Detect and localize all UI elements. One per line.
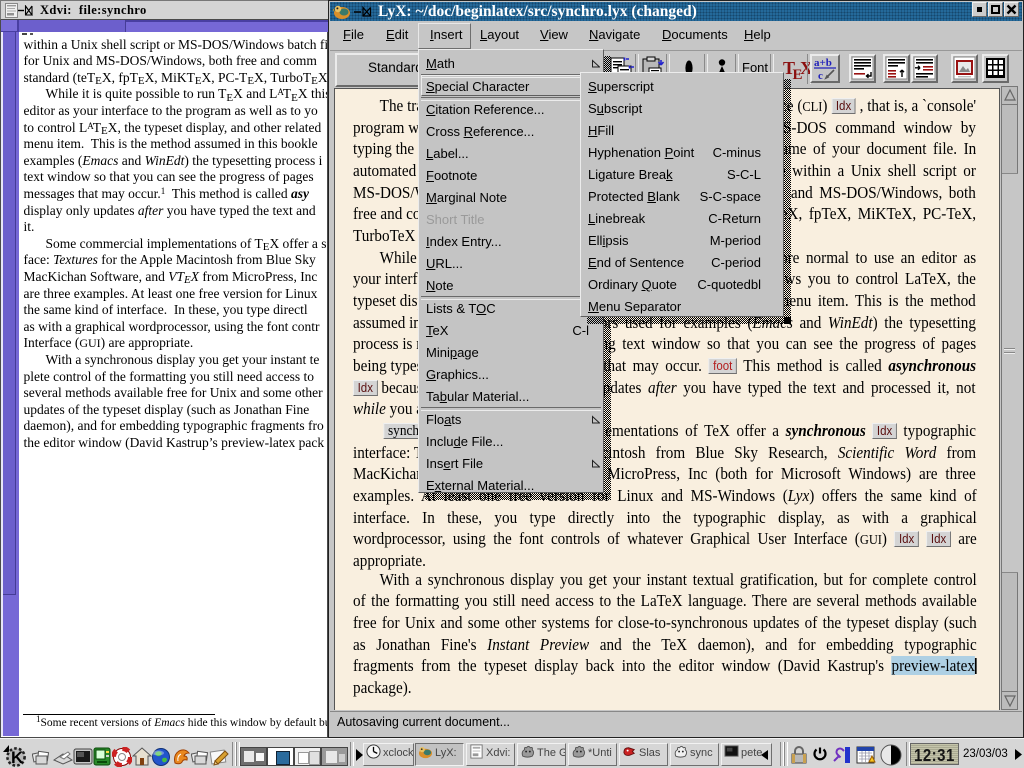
svg-text:c: c [818,70,823,81]
svg-text:a+b: a+b [814,57,832,69]
svg-text:K: K [11,748,24,767]
